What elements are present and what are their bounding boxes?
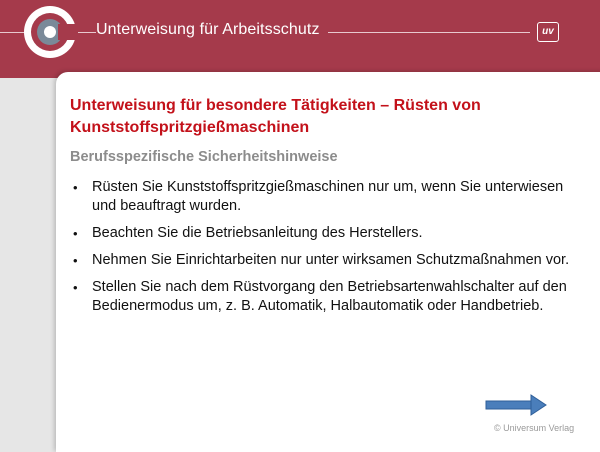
header-title: Unterweisung für Arbeitsschutz [96,21,328,39]
logo-icon [24,6,78,58]
arrow-right-icon[interactable] [485,394,547,416]
bullet-item: Stellen Sie nach dem Rüstvorgang den Bet… [70,278,580,316]
header-bar: Unterweisung für Arbeitsschutz uv [0,0,600,78]
bullet-list: Rüsten Sie Kunststoffspritzgießmaschinen… [70,178,580,324]
bullet-item: Beachten Sie die Betriebsanleitung des H… [70,224,580,243]
bullet-item: Rüsten Sie Kunststoffspritzgießmaschinen… [70,178,580,216]
slide-subtitle: Berufsspezifische Sicherheitshinweise [70,149,338,165]
slide-title: Unterweisung für besondere Tätigkeiten –… [70,97,481,136]
copyright-text: © Universum Verlag [494,423,575,433]
bullet-item: Nehmen Sie Einrichtarbeiten nur unter wi… [70,251,580,270]
uv-badge: uv [537,22,559,42]
